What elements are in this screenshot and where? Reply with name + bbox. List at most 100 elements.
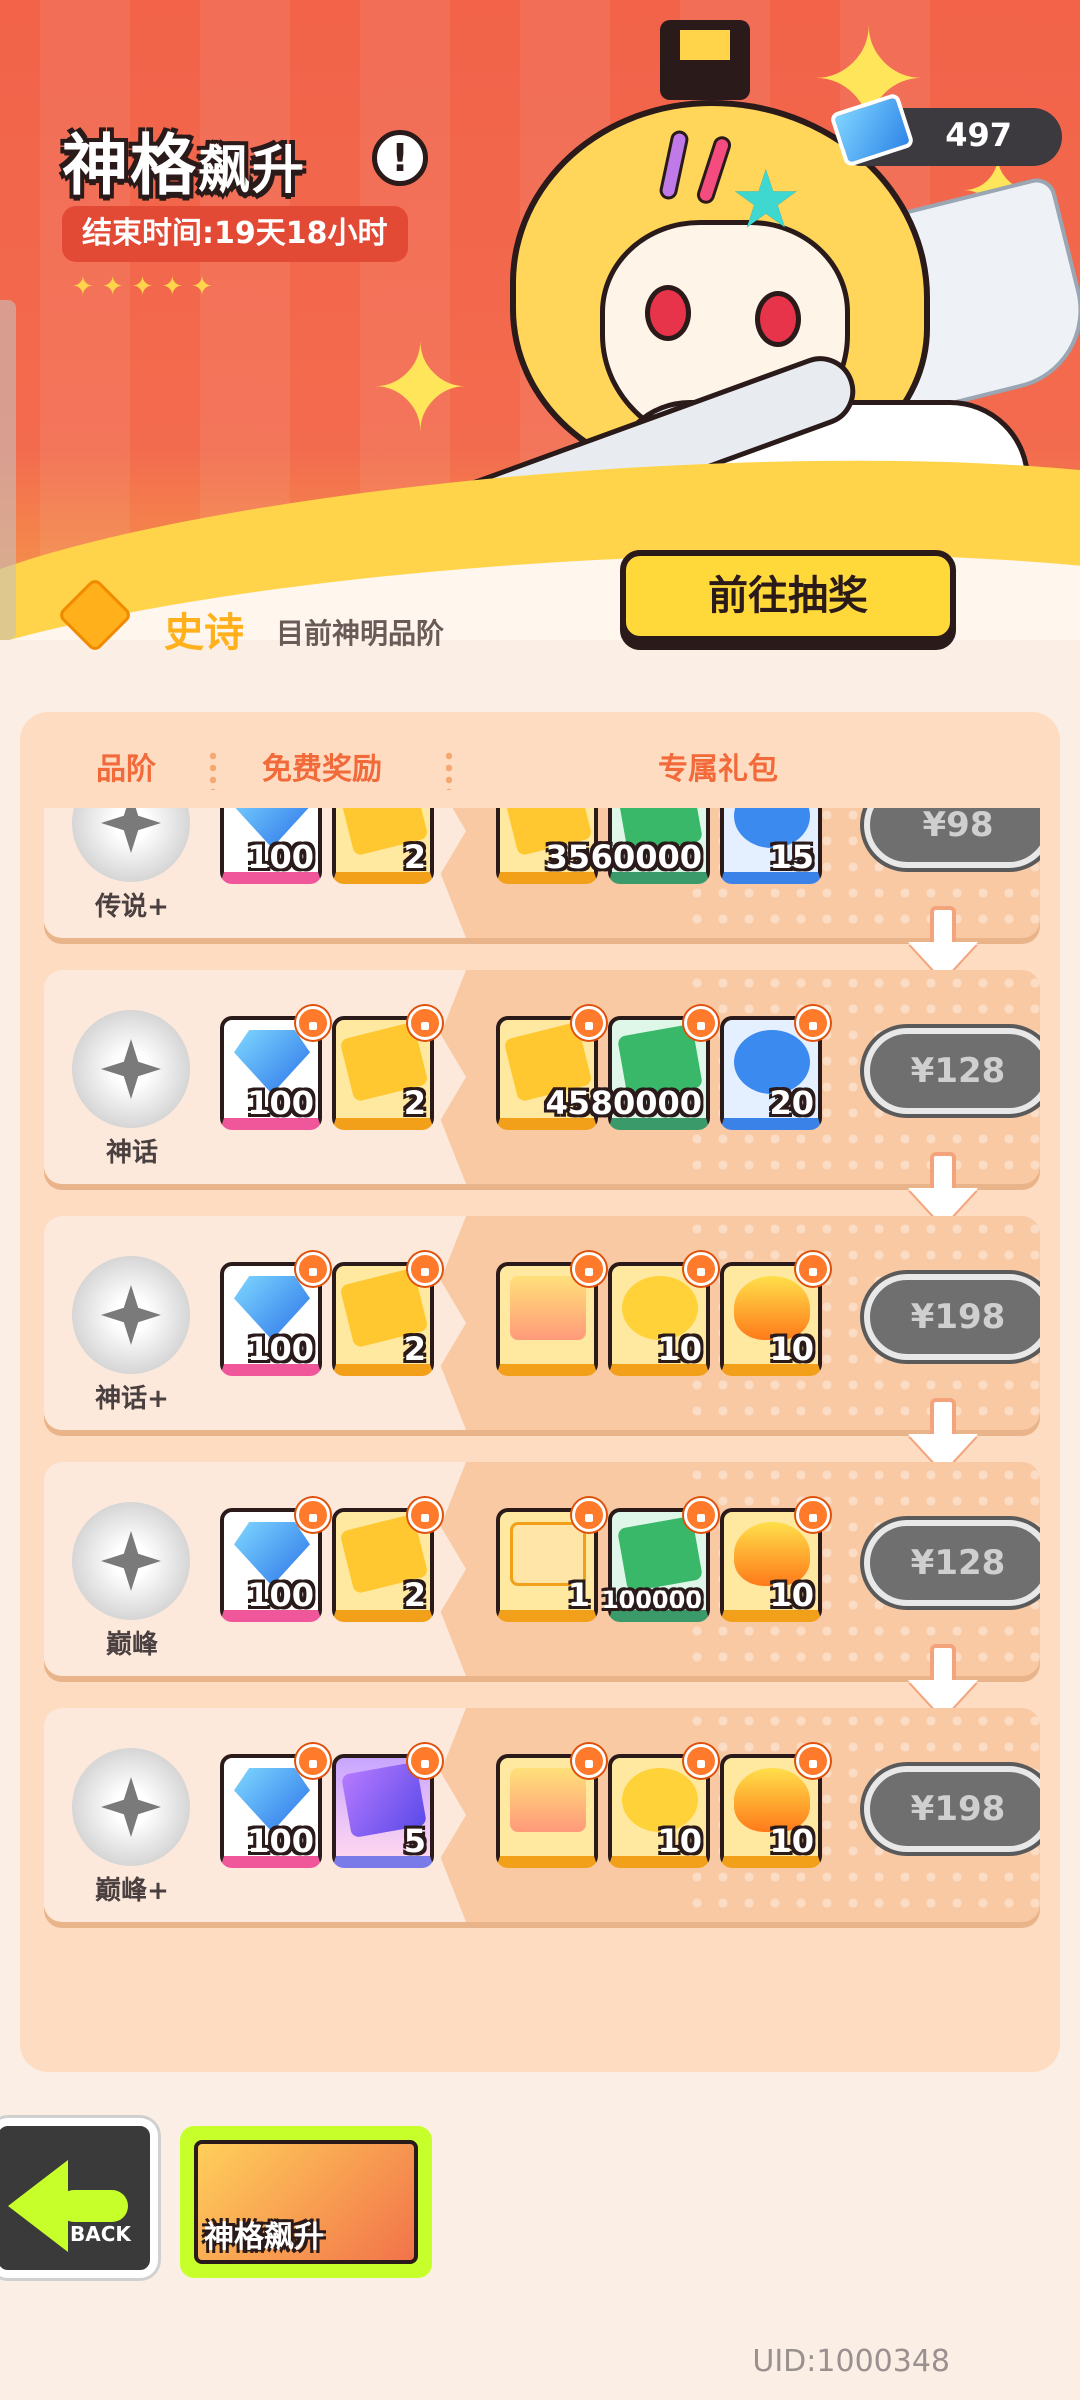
current-rank: 史诗 目前神明品阶 (48, 572, 648, 682)
reward-list[interactable]: 传说+ 100 2 35 60000 15 ¥98 神话 100 2 45 80000 20 ¥128 神话… (20, 808, 1060, 2068)
reward-qty: 100 (247, 1822, 314, 1860)
buy-pack-button[interactable]: ¥128 (864, 1028, 1040, 1114)
reward-qty: 2 (403, 1330, 426, 1368)
reward-item[interactable]: 2 (332, 1252, 442, 1376)
reward-qty: 45 (545, 1084, 590, 1122)
lock-icon (796, 1498, 830, 1532)
current-rank-name: 史诗 (164, 610, 244, 656)
lock-icon (296, 1498, 330, 1532)
reward-item[interactable]: 100 (220, 1498, 330, 1622)
reward-item[interactable]: 2 (332, 1006, 442, 1130)
reward-item[interactable]: 10 (720, 1498, 830, 1622)
reward-qty: 10 (657, 1822, 702, 1860)
reward-item[interactable]: 5 (332, 1744, 442, 1868)
reward-item[interactable]: 1 (496, 1498, 606, 1622)
avatar-card-icon (510, 1276, 586, 1340)
reward-item[interactable]: 80000 (591, 1006, 718, 1130)
col-exclusive-header: 专属礼包 (658, 752, 778, 787)
reward-qty: 2 (403, 1084, 426, 1122)
reward-qty: 2 (403, 838, 426, 876)
end-time-label: 结束时间:19天18小时 (62, 206, 408, 262)
reward-item[interactable]: 2 (332, 808, 434, 884)
reward-row: 神话 100 2 45 80000 20 ¥128 (44, 970, 1040, 1184)
reward-item[interactable]: 100 (220, 808, 322, 884)
table-header: 品阶 免费奖励 专属礼包 (20, 712, 1060, 804)
reward-qty: 20 (769, 1084, 814, 1122)
rank-label: 巅峰 (105, 1630, 158, 1660)
buy-pack-button[interactable]: ¥98 (864, 808, 1040, 868)
event-banner: ✦ ✦ ✦ ★ (0, 0, 1080, 640)
lock-icon (684, 1744, 718, 1778)
lock-icon (408, 1006, 442, 1040)
lock-icon (296, 1744, 330, 1778)
rank-badge-icon (72, 1502, 190, 1620)
lock-icon (796, 1252, 830, 1286)
reward-item[interactable]: 15 (720, 808, 822, 884)
lock-icon (684, 1498, 718, 1532)
rank-label: 神话+ (95, 1384, 169, 1414)
lock-icon (408, 1252, 442, 1286)
lock-icon (572, 1252, 606, 1286)
rank-gem-icon (48, 572, 140, 682)
buy-pack-button[interactable]: ¥128 (864, 1520, 1040, 1606)
reward-item[interactable]: 35 (496, 808, 598, 884)
info-icon[interactable]: ! (372, 130, 428, 186)
reward-item[interactable]: 45 (496, 1006, 606, 1130)
currency-amount: 497 (945, 116, 1012, 154)
rank-label: 神话 (105, 1138, 158, 1168)
reward-qty: 100 (247, 1084, 314, 1122)
lock-icon (572, 1498, 606, 1532)
lock-icon (796, 1744, 830, 1778)
rank-badge-icon (72, 1010, 190, 1128)
lock-icon (296, 1252, 330, 1286)
lock-icon (684, 1252, 718, 1286)
lock-icon (572, 1744, 606, 1778)
reward-item[interactable]: 100 (220, 1252, 330, 1376)
reward-qty: 10 (769, 1330, 814, 1368)
reward-qty: 10 (657, 1330, 702, 1368)
reward-row: 巅峰 100 2 1 100000 10 ¥128 (44, 1462, 1040, 1676)
lock-icon (572, 1006, 606, 1040)
reward-panel: 品阶 免费奖励 专属礼包 传说+ 100 2 35 60000 15 ¥98 神话 100 2 45… (20, 712, 1060, 2072)
rank-badge-icon (72, 1748, 190, 1866)
reward-item[interactable]: 10 (608, 1252, 718, 1376)
reward-item[interactable]: 2 (332, 1498, 442, 1622)
reward-item[interactable] (496, 1744, 606, 1868)
event-tab-selected[interactable]: 神格飙升 (180, 2126, 432, 2278)
reward-qty: 100 (247, 1330, 314, 1368)
side-handle[interactable] (0, 300, 16, 640)
buy-pack-button[interactable]: ¥198 (864, 1766, 1040, 1852)
reward-item[interactable]: 100 (220, 1006, 330, 1130)
reward-item[interactable]: 10 (720, 1744, 830, 1868)
reward-item[interactable]: 100 (220, 1744, 330, 1868)
reward-qty: 5 (403, 1822, 426, 1860)
rank-label: 传说+ (95, 892, 169, 922)
reward-item[interactable]: 60000 (591, 808, 710, 884)
lock-icon (796, 1006, 830, 1040)
col-free-header: 免费奖励 (262, 752, 382, 787)
reward-row: 传说+ 100 2 35 60000 15 ¥98 (44, 808, 1040, 938)
reward-item[interactable] (496, 1252, 606, 1376)
go-draw-button[interactable]: 前往抽奖 (620, 550, 956, 642)
uid-label: UID:1000348 (752, 2344, 950, 2379)
reward-qty: 60000 (590, 838, 702, 876)
lock-icon (408, 1498, 442, 1532)
back-button[interactable]: BACK (0, 2118, 158, 2278)
rank-label: 巅峰+ (95, 1876, 169, 1906)
reward-qty: 100 (247, 838, 314, 876)
lock-icon (296, 1006, 330, 1040)
avatar-card-icon (510, 1768, 586, 1832)
buy-pack-button[interactable]: ¥198 (864, 1274, 1040, 1360)
reward-row: 神话+ 100 2 10 10 ¥198 (44, 1216, 1040, 1430)
reward-qty: 100000 (601, 1586, 702, 1614)
reward-item[interactable]: 10 (608, 1744, 718, 1868)
event-tab-label: 神格飙升 (204, 2220, 324, 2255)
reward-item[interactable]: 20 (720, 1006, 830, 1130)
reward-item[interactable]: 10 (720, 1252, 830, 1376)
reward-item[interactable]: 100000 (602, 1498, 718, 1622)
reward-qty: 1 (567, 1576, 590, 1614)
reward-qty: 10 (769, 1576, 814, 1614)
col-rank-header: 品阶 (96, 752, 156, 787)
rank-badge-icon (72, 1256, 190, 1374)
star-hairclip-icon: ★ (730, 153, 802, 246)
